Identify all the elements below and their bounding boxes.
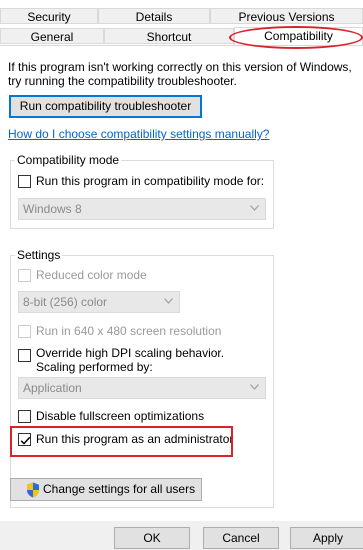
run-640-checkbox[interactable] — [18, 325, 31, 338]
tab-general[interactable]: General — [0, 28, 104, 44]
compat-mode-select-value: Windows 8 — [23, 202, 82, 216]
uac-shield-icon — [27, 482, 39, 498]
tab-previous-versions[interactable]: Previous Versions — [210, 8, 363, 24]
disable-fullscreen-checkbox[interactable] — [18, 410, 31, 423]
compat-mode-select[interactable]: Windows 8 — [18, 198, 266, 220]
intro-line-1: If this program isn't working correctly … — [8, 60, 352, 74]
ok-button[interactable]: OK — [114, 527, 190, 549]
tab-shortcut[interactable]: Shortcut — [104, 28, 234, 44]
reduced-color-checkbox[interactable] — [18, 269, 31, 282]
dpi-scaling-select-value: Application — [23, 381, 82, 395]
override-dpi-checkbox[interactable] — [18, 349, 31, 362]
run-as-admin-highlight — [10, 426, 233, 457]
apply-button[interactable]: Apply — [290, 527, 363, 549]
run-troubleshooter-button[interactable]: Run compatibility troubleshooter — [9, 95, 202, 118]
disable-fullscreen-label: Disable fullscreen optimizations — [36, 409, 205, 423]
cancel-button[interactable]: Cancel — [203, 527, 279, 549]
compat-mode-checkbox[interactable] — [18, 175, 31, 188]
chevron-down-icon — [250, 384, 259, 390]
change-all-users-button[interactable]: Change settings for all users — [10, 478, 202, 501]
override-dpi-label-2: Scaling performed by: — [36, 360, 153, 374]
color-depth-select-value: 8-bit (256) color — [23, 295, 108, 309]
tab-security[interactable]: Security — [0, 8, 98, 24]
manual-settings-link[interactable]: How do I choose compatibility settings m… — [8, 127, 269, 142]
run-640-label: Run in 640 x 480 screen resolution — [36, 324, 222, 338]
change-all-users-label: Change settings for all users — [43, 482, 196, 496]
chevron-down-icon — [164, 298, 173, 304]
compatibility-tab-highlight — [229, 26, 363, 49]
override-dpi-label-1: Override high DPI scaling behavior. — [36, 346, 225, 360]
color-depth-select[interactable]: 8-bit (256) color — [18, 291, 180, 313]
reduced-color-label: Reduced color mode — [36, 268, 147, 282]
chevron-down-icon — [250, 205, 259, 211]
settings-legend: Settings — [17, 248, 61, 262]
compatibility-mode-legend: Compatibility mode — [17, 153, 120, 167]
dpi-scaling-select[interactable]: Application — [18, 377, 266, 399]
compat-mode-label: Run this program in compatibility mode f… — [36, 174, 265, 188]
tab-details[interactable]: Details — [98, 8, 210, 24]
intro-line-2: try running the compatibility troublesho… — [8, 74, 237, 88]
